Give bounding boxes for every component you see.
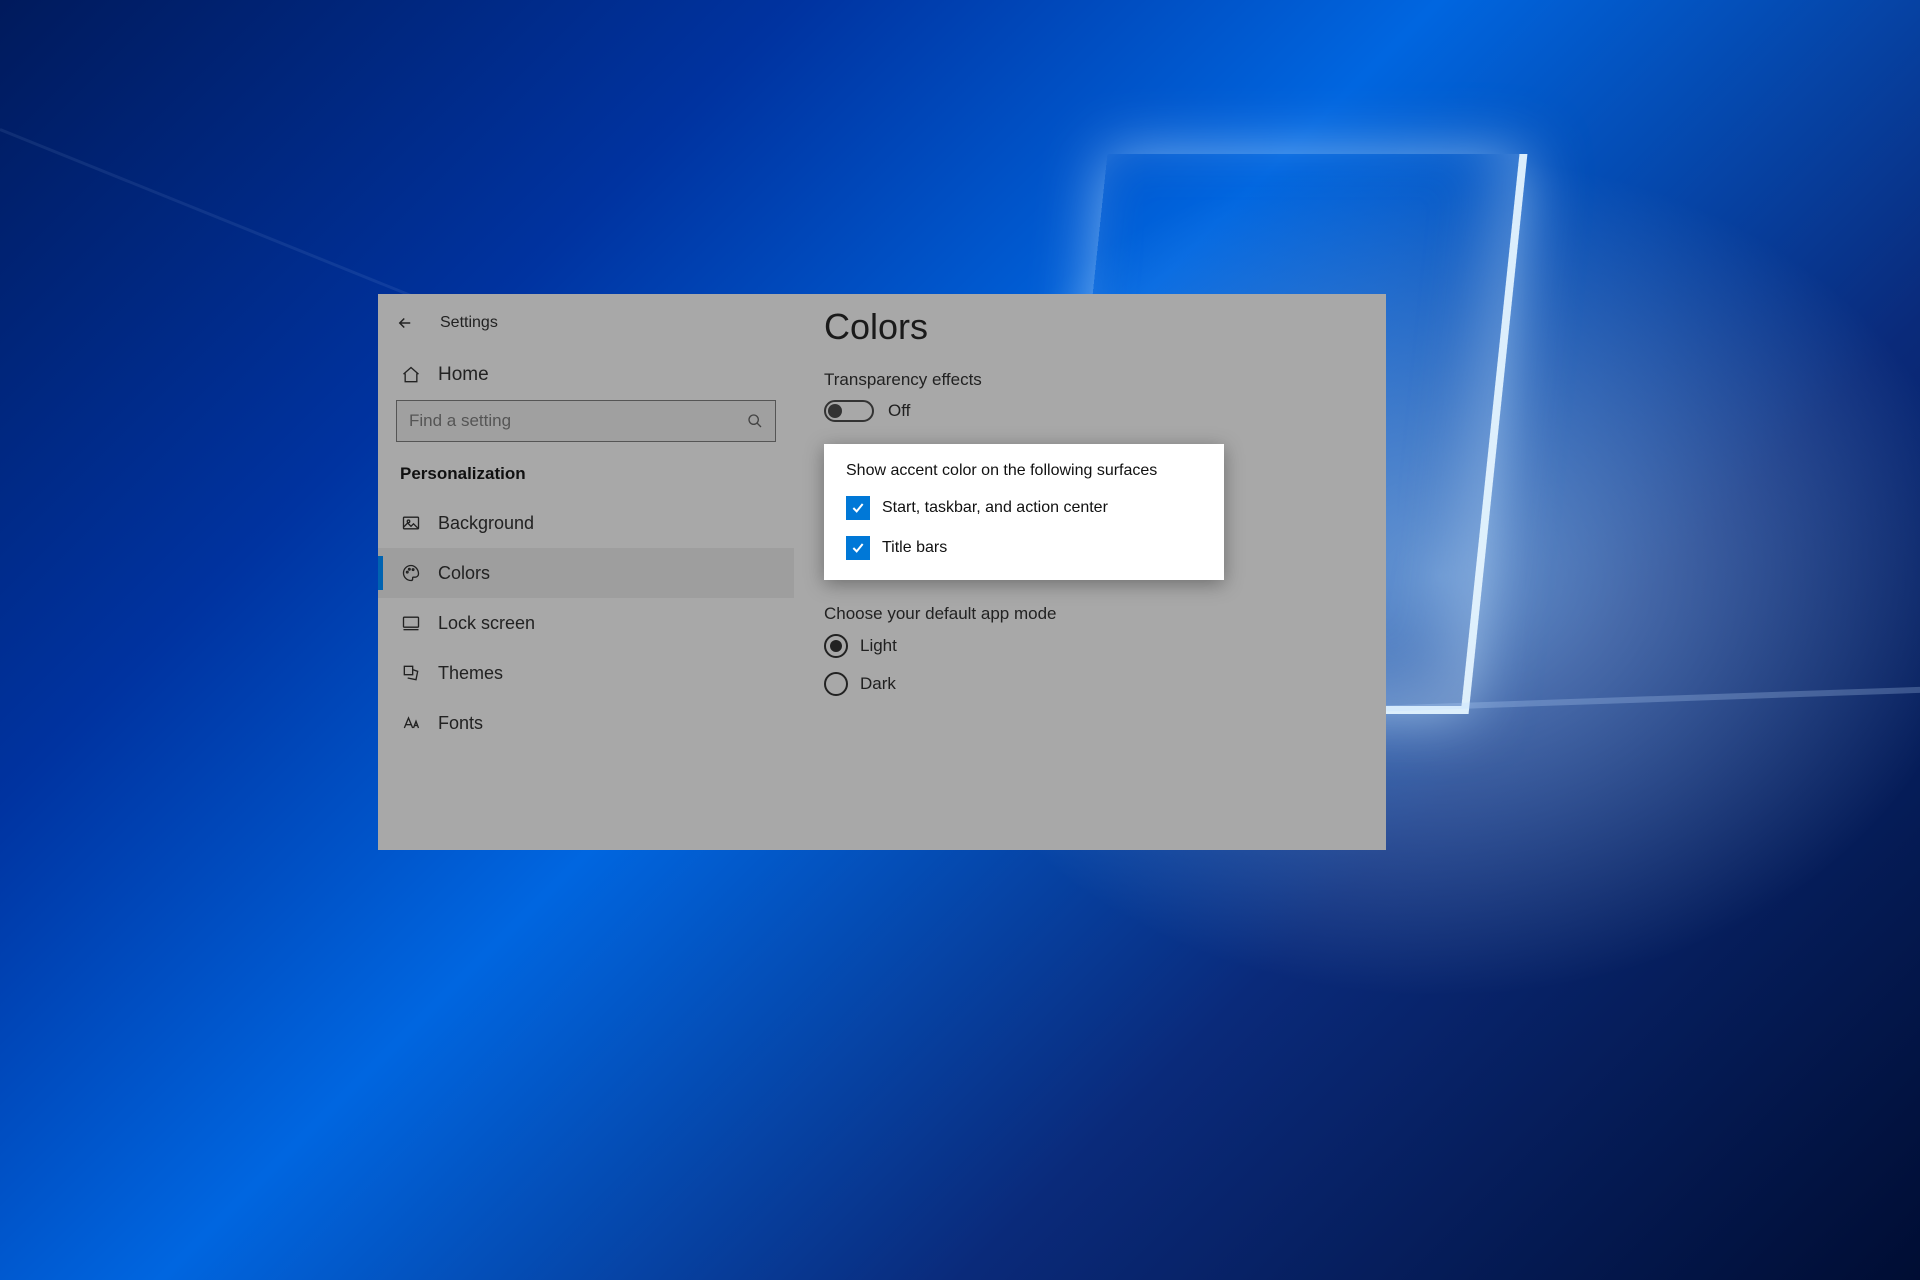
- back-button[interactable]: [394, 312, 416, 334]
- page-title: Colors: [824, 306, 1356, 348]
- palette-icon: [400, 562, 422, 584]
- sidebar-item-label: Colors: [438, 563, 490, 584]
- search-field[interactable]: [396, 400, 776, 442]
- sidebar-home-label: Home: [438, 364, 489, 386]
- settings-content: Colors Transparency effects Off Show acc…: [794, 294, 1386, 850]
- transparency-label: Transparency effects: [824, 370, 1356, 390]
- checkbox-label: Start, taskbar, and action center: [882, 499, 1108, 517]
- sidebar-item-lock-screen[interactable]: Lock screen: [378, 598, 794, 648]
- window-titlebar: Settings: [378, 304, 794, 354]
- sidebar-section-header: Personalization: [378, 464, 794, 498]
- radio-label: Light: [860, 636, 897, 656]
- checkbox-start-taskbar[interactable]: [846, 496, 870, 520]
- sidebar-item-background[interactable]: Background: [378, 498, 794, 548]
- settings-sidebar: Settings Home Personalization Back: [378, 294, 794, 850]
- home-icon: [400, 364, 422, 386]
- radio-light[interactable]: [824, 634, 848, 658]
- window-title: Settings: [440, 314, 498, 332]
- accent-surfaces-card: Show accent color on the following surfa…: [824, 444, 1224, 580]
- accent-surfaces-label: Show accent color on the following surfa…: [846, 462, 1202, 480]
- radio-dark[interactable]: [824, 672, 848, 696]
- sidebar-item-label: Themes: [438, 663, 503, 684]
- sidebar-item-label: Lock screen: [438, 613, 535, 634]
- toggle-knob: [828, 404, 842, 418]
- check-icon: [850, 500, 866, 516]
- desktop-wallpaper: Settings Home Personalization Back: [0, 0, 1920, 1280]
- check-icon: [850, 540, 866, 556]
- sidebar-item-label: Background: [438, 513, 534, 534]
- arrow-left-icon: [396, 314, 414, 332]
- search-icon: [747, 413, 763, 429]
- fonts-icon: [400, 712, 422, 734]
- transparency-toggle[interactable]: [824, 400, 874, 422]
- sidebar-item-colors[interactable]: Colors: [378, 548, 794, 598]
- sidebar-item-label: Fonts: [438, 713, 483, 734]
- sidebar-item-fonts[interactable]: Fonts: [378, 698, 794, 748]
- sidebar-item-themes[interactable]: Themes: [378, 648, 794, 698]
- search-input[interactable]: [409, 411, 710, 431]
- picture-icon: [400, 512, 422, 534]
- transparency-state: Off: [888, 401, 910, 421]
- app-mode-label: Choose your default app mode: [824, 604, 1356, 624]
- themes-icon: [400, 662, 422, 684]
- checkbox-title-bars[interactable]: [846, 536, 870, 560]
- sidebar-home[interactable]: Home: [378, 354, 794, 400]
- radio-label: Dark: [860, 674, 896, 694]
- settings-window: Settings Home Personalization Back: [378, 294, 1386, 850]
- checkbox-label: Title bars: [882, 539, 947, 557]
- lock-screen-icon: [400, 612, 422, 634]
